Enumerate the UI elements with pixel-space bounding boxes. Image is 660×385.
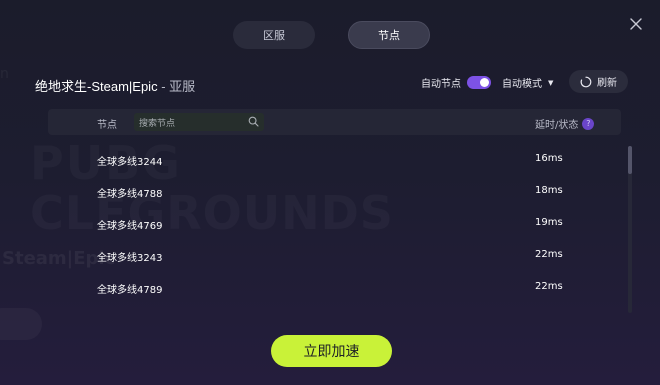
table-row[interactable]: 全球多线3244 16ms — [48, 143, 621, 175]
background-artwork-fragment: n — [0, 66, 9, 82]
node-latency: 22ms — [535, 281, 563, 292]
search-icon — [248, 116, 259, 127]
list-scrollbar[interactable] — [628, 146, 632, 313]
auto-node-toggle[interactable] — [467, 76, 491, 89]
search-placeholder: 搜索节点 — [139, 118, 176, 129]
node-name: 全球多线3244 — [97, 157, 163, 168]
node-name: 全球多线3243 — [97, 253, 163, 264]
latency-header-label: 延时/状态 — [535, 120, 579, 131]
auto-mode-label: 自动模式 — [502, 79, 542, 90]
tab-bar: 区服 节点 — [233, 21, 430, 49]
table-row[interactable]: 全球多线4769 19ms — [48, 207, 621, 239]
close-icon — [630, 18, 642, 30]
refresh-button[interactable]: 刷新 — [569, 70, 628, 93]
refresh-spinner-icon — [580, 76, 592, 87]
auto-mode-dropdown[interactable]: 自动模式 ▼ — [502, 75, 554, 91]
auto-node-label: 自动节点 — [421, 79, 461, 90]
help-icon[interactable]: ? — [582, 117, 595, 130]
node-latency: 22ms — [535, 249, 563, 260]
table-header: 节点 搜索节点 延时/状态 ? — [48, 109, 621, 135]
node-list: 全球多线3244 16ms 全球多线4788 18ms 全球多线4769 19m… — [48, 143, 621, 303]
node-latency: 16ms — [535, 153, 563, 164]
column-header-latency: 延时/状态 ? — [535, 116, 595, 131]
node-latency: 18ms — [535, 185, 563, 196]
node-latency: 19ms — [535, 217, 563, 228]
toggle-knob — [480, 78, 489, 87]
table-row[interactable]: 全球多线4788 18ms — [48, 175, 621, 207]
refresh-label: 刷新 — [597, 78, 617, 89]
game-name: 绝地求生-Steam|Epic — [35, 79, 158, 94]
search-input[interactable]: 搜索节点 — [134, 113, 264, 131]
caret-down-icon: ▼ — [548, 78, 554, 87]
tab-server[interactable]: 区服 — [233, 21, 315, 49]
column-header-node: 节点 — [97, 120, 117, 131]
game-title: 绝地求生-Steam|Epic - 亚服 — [35, 76, 195, 95]
node-name: 全球多线4788 — [97, 189, 163, 200]
node-name: 全球多线4789 — [97, 285, 163, 296]
game-region: - 亚服 — [157, 79, 196, 94]
background-pill-decoration — [0, 308, 42, 340]
scrollbar-thumb[interactable] — [628, 146, 632, 174]
table-row[interactable]: 全球多线4789 22ms — [48, 271, 621, 303]
table-row[interactable]: 全球多线3243 22ms — [48, 239, 621, 271]
close-button[interactable] — [626, 14, 646, 34]
tab-node[interactable]: 节点 — [348, 21, 430, 49]
node-name: 全球多线4769 — [97, 221, 163, 232]
auto-node-control: 自动节点 — [421, 75, 491, 90]
accelerate-button[interactable]: 立即加速 — [271, 335, 392, 367]
